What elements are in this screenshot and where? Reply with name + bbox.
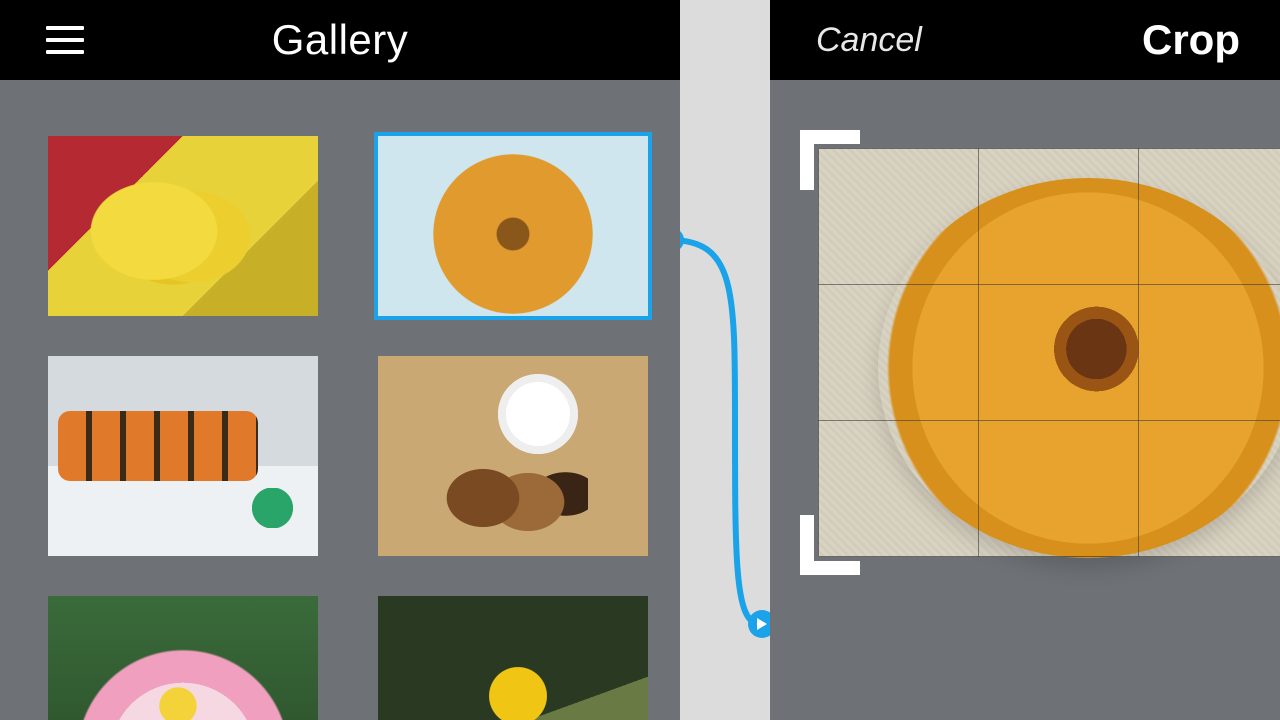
thumb-pink-peony[interactable]	[48, 596, 318, 720]
crop-handle-bottom-left[interactable]	[800, 515, 860, 575]
crop-frame[interactable]	[800, 130, 1280, 575]
crop-pane: Cancel Crop	[770, 0, 1280, 720]
gallery-grid	[0, 80, 680, 720]
cancel-button[interactable]: Cancel	[816, 21, 922, 60]
crop-title: Crop	[1142, 16, 1240, 64]
thumb-snack-box[interactable]	[378, 356, 648, 556]
pane-divider	[680, 0, 770, 720]
gallery-title: Gallery	[0, 16, 680, 64]
thumb-dandelion[interactable]	[378, 596, 648, 720]
gallery-titlebar: Gallery	[0, 0, 680, 80]
crop-titlebar: Cancel Crop	[770, 0, 1280, 80]
crop-handle-top-left[interactable]	[800, 130, 860, 190]
thumb-bananas[interactable]	[48, 136, 318, 316]
thumb-sushi-plate[interactable]	[48, 356, 318, 556]
thumb-glazed-donut[interactable]	[378, 136, 648, 316]
crop-area[interactable]	[770, 80, 1280, 720]
gallery-pane: Gallery	[0, 0, 680, 720]
crop-image	[818, 148, 1280, 557]
flow-connector	[680, 0, 770, 720]
menu-icon[interactable]	[46, 26, 84, 54]
